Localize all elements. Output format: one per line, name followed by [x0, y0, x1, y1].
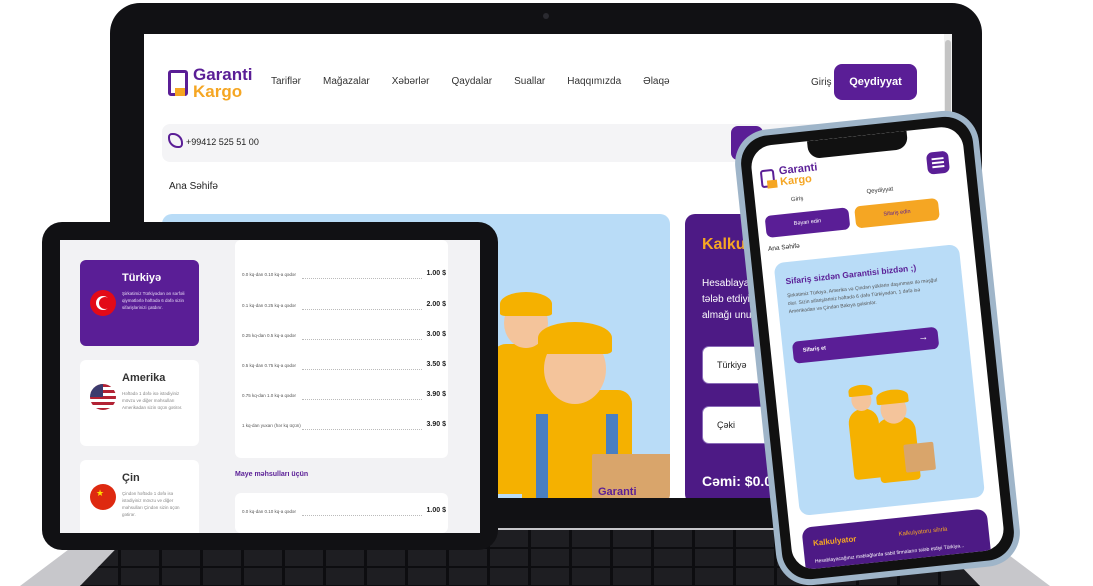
price-label: 0.25 kq-dan 0.5 kq-a qədər [242, 333, 297, 338]
price-table: 0.0 kq-dan 0.10 kq-a qədər 1.00 $ 0.1 kq… [235, 240, 448, 458]
weight-label: Çəki [717, 420, 736, 430]
price-row: 0.5 kq-dan 0.75 kq-a qədər 3.50 $ [242, 361, 448, 375]
phone-breadcrumb[interactable]: Ana Səhifə [768, 243, 800, 253]
main-nav: Tariflər Mağazalar Xəbərlər Qaydalar Sua… [271, 76, 692, 87]
phone-cta-label: Sifariş et [802, 345, 827, 354]
phone-hero: Sifariş sizdən Garantisi bizdən ;) Şirkə… [773, 243, 986, 517]
phone-cta-button[interactable]: Sifariş et → [791, 326, 940, 364]
nav-item-xeberler[interactable]: Xəbərlər [392, 76, 430, 87]
logo-line1: Garanti [193, 65, 253, 84]
phone-bezel: Garanti Kargo Giriş Qeydiyyat Bəyan edin… [738, 114, 1017, 582]
nav-item-magazalar[interactable]: Mağazalar [323, 76, 370, 87]
menu-icon[interactable] [925, 150, 951, 175]
country-desc: Həftədə 1 dəfə isə istədiyiniz mövzu ve … [122, 391, 183, 410]
nav-item-suallar[interactable]: Suallar [514, 76, 545, 87]
country-name: Çin [122, 472, 140, 484]
tablet-screen: Türkiyə Şirkətimiz Türkiyədən ən sərfəli… [60, 240, 480, 533]
price-label: 1 kq-dan yuxarı (hər kq üçün) [242, 423, 301, 428]
price-value: 1.00 $ [426, 507, 446, 514]
phone-icon [168, 133, 183, 148]
price-label: 0.5 kq-dan 0.75 kq-a qədər [242, 363, 297, 368]
phone-calculator-panel: Kalkulyator Kalkulyatoru sihrla Hesablay… [801, 508, 993, 571]
box-label: Garanti [598, 486, 637, 498]
price-label: 0.1 kq-dan 0.25 kq-a qədər [242, 303, 297, 308]
nav-item-haqqimizda[interactable]: Haqqımızda [567, 76, 621, 87]
price-value: 1.00 $ [426, 270, 446, 277]
country-name: Amerika [122, 372, 166, 384]
price-row: 1 kq-dan yuxarı (hər kq üçün) 3.90 $ [242, 421, 448, 435]
country-desc: Çindən həftədə 1 dəfə isə istədiyiniz mö… [122, 491, 180, 517]
price-row: 0.0 kq-dan 0.10 kq-a qədər 1.00 $ [242, 270, 448, 284]
turkey-flag-icon [90, 290, 116, 316]
price-row: 0.25 kq-dan 0.5 kq-a qədər 3.00 $ [242, 331, 448, 345]
laptop-camera [543, 13, 549, 19]
price-label: 0.75 kq-dan 1.0 kq-a qədər [242, 393, 297, 398]
phone-register-link[interactable]: Qeydiyyat [866, 187, 893, 196]
price-value: 2.00 $ [426, 301, 446, 308]
phone-declare-button[interactable]: Bəyan edin [764, 207, 851, 238]
price-label: 0.0 kq-dan 0.10 kq-a qədər [242, 509, 297, 514]
usa-flag-icon [90, 384, 116, 410]
phone-login-link[interactable]: Giriş [791, 196, 804, 203]
logo-text: Garanti Kargo [193, 66, 253, 100]
country-name: Türkiyə [122, 272, 162, 284]
price-value: 3.90 $ [426, 391, 446, 398]
phone-frame: Garanti Kargo Giriş Qeydiyyat Bəyan edin… [731, 107, 1024, 586]
price-label: 0.0 kq-dan 0.10 kq-a qədər [242, 272, 297, 277]
logo-mark-icon [168, 70, 188, 96]
price-row: 0.0 kq-dan 0.10 kq-a qədər 1.00 $ [242, 507, 448, 521]
country-card-china[interactable]: ★ Çin Çindən həftədə 1 dəfə isə istədiyi… [80, 460, 199, 533]
phone-calculator-title: Kalkulyator [812, 534, 857, 548]
nav-item-tarifler[interactable]: Tariflər [271, 76, 301, 87]
phone-notch [807, 130, 909, 160]
login-link[interactable]: Giriş [811, 77, 832, 88]
price-row: 0.1 kq-dan 0.25 kq-a qədər 2.00 $ [242, 301, 448, 315]
price-value: 3.50 $ [426, 361, 446, 368]
phone-order-button[interactable]: Sifariş edin [854, 197, 940, 229]
price-value: 3.90 $ [426, 421, 446, 428]
logo-line2: Kargo [779, 172, 813, 189]
device-mockup-stage: Garanti Kargo Tariflər Mağazalar Xəbərlə… [0, 0, 1093, 586]
phone-screen: Garanti Kargo Giriş Qeydiyyat Bəyan edin… [749, 125, 1006, 571]
register-button[interactable]: Qeydiyyat [834, 64, 917, 100]
logo-line2: Kargo [193, 82, 243, 101]
liquid-section-title: Maye məhsulları üçün [235, 471, 309, 478]
country-card-usa[interactable]: Amerika Həftədə 1 dəfə isə istədiyiniz m… [80, 360, 199, 446]
country-card-turkey[interactable]: Türkiyə Şirkətimiz Türkiyədən ən sərfəli… [80, 260, 199, 346]
phone-calculator-link[interactable]: Kalkulyatoru sihrla [898, 527, 947, 538]
nav-item-qaydalar[interactable]: Qaydalar [452, 76, 493, 87]
breadcrumb[interactable]: Ana Səhifə [169, 181, 218, 192]
site-header: Garanti Kargo Tariflər Mağazalar Xəbərlə… [144, 34, 944, 124]
site-logo[interactable]: Garanti Kargo [168, 66, 253, 100]
liquid-price-table: 0.0 kq-dan 0.10 kq-a qədər 1.00 $ [235, 493, 448, 533]
arrow-right-icon: → [917, 331, 929, 344]
price-row: 0.75 kq-dan 1.0 kq-a qədər 3.90 $ [242, 391, 448, 405]
logo-text: Garanti Kargo [778, 161, 819, 189]
logo-mark-icon [759, 168, 776, 189]
phone-number[interactable]: +99412 525 51 00 [186, 137, 259, 147]
price-value: 3.00 $ [426, 331, 446, 338]
phone-logo[interactable]: Garanti Kargo [759, 161, 820, 190]
country-desc: Şirkətimiz Türkiyədən ən sərfəli qiymətl… [122, 291, 185, 310]
country-select-value: Türkiyə [717, 360, 747, 370]
nav-item-elaqe[interactable]: Əlaqə [643, 76, 669, 87]
china-flag-icon: ★ [90, 484, 116, 510]
